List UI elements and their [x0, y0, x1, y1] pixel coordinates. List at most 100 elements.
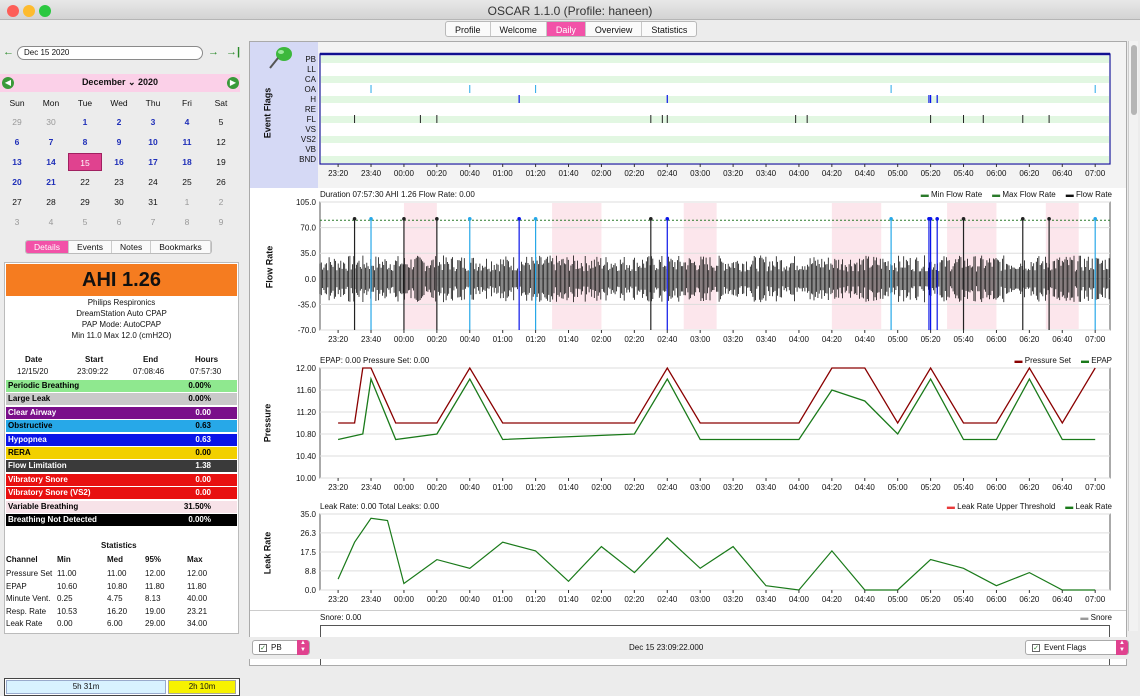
tab-events[interactable]: Events [69, 241, 112, 253]
event-value: 0.63 [195, 421, 211, 431]
x-tick-label: 05:20 [921, 335, 942, 344]
left-combo-stepper-icon[interactable]: ▲ ▼ [297, 640, 309, 655]
calendar-day[interactable]: 6 [102, 213, 136, 231]
tab-profile[interactable]: Profile [446, 22, 491, 36]
calendar-day[interactable]: 25 [170, 173, 204, 191]
calendar-day[interactable]: 3 [136, 113, 170, 131]
calendar-day[interactable]: 17 [136, 153, 170, 171]
stats-channel: Leak Rate [6, 619, 43, 628]
event-row-vibratory-snore-vs2-[interactable]: Vibratory Snore (VS2) 0.00 [6, 487, 237, 500]
calendar-day[interactable]: 21 [34, 173, 68, 191]
calendar-day[interactable]: 24 [136, 173, 170, 191]
event-flags-graph[interactable]: Event Flags PB LL CA OA H RE FL VS VS2 VB BND 23:20… [250, 42, 1126, 188]
flow-event-marker-dot [649, 217, 653, 221]
stats-value: 19.00 [145, 606, 166, 616]
tab-overview[interactable]: Overview [586, 22, 643, 36]
x-tick-label: 06:20 [1019, 169, 1040, 178]
calendar-day[interactable]: 12 [204, 133, 238, 151]
flow-event-marker-dot [352, 217, 357, 221]
x-tick-label: 04:00 [789, 595, 810, 604]
event-row-variable-breathing[interactable]: Variable Breathing 31.50% [6, 500, 237, 513]
x-tick-label: 05:00 [888, 595, 909, 604]
calendar-day[interactable]: 3 [0, 213, 34, 231]
event-name: Vibratory Snore (VS2) [8, 488, 91, 498]
calendar-day[interactable]: 16 [102, 153, 136, 171]
event-row-obstructive[interactable]: Obstructive 0.63 [6, 420, 237, 433]
right-combo-stepper-icon[interactable]: ▲ ▼ [1116, 640, 1128, 655]
calendar-day[interactable]: 14 [34, 153, 68, 171]
calendar-day[interactable]: 5 [204, 113, 238, 131]
left-sidebar: ← Dec 15 2020 → →| ◀ December ⌄ 2020 ▶ S… [0, 38, 246, 696]
device-model: DreamStation Auto CPAP [76, 309, 167, 318]
calendar-day[interactable]: 4 [170, 113, 204, 131]
calendar-day[interactable]: 13 [0, 153, 34, 171]
event-row-hypopnea[interactable]: Hypopnea 0.63 [6, 433, 237, 446]
event-row-vibratory-snore[interactable]: Vibratory Snore 0.00 [6, 473, 237, 486]
tab-welcome[interactable]: Welcome [491, 22, 547, 36]
x-tick-label: 23:20 [328, 595, 349, 604]
event-row-periodic-breathing[interactable]: Periodic Breathing 0.00% [6, 380, 237, 392]
calendar-day[interactable]: 2 [102, 113, 136, 131]
calendar-day[interactable]: 15 [68, 153, 102, 171]
next-day-icon[interactable]: → [208, 46, 219, 58]
calendar-day[interactable]: 9 [204, 213, 238, 231]
calendar-month-year[interactable]: December ⌄ 2020 [0, 77, 240, 88]
calendar-day[interactable]: 1 [170, 193, 204, 211]
flow-rate-graph[interactable]: Duration 07:57:30 AHI 1.26 Flow Rate: 0.… [250, 190, 1126, 352]
x-tick-label: 23:40 [361, 595, 382, 604]
calendar-day[interactable]: 29 [68, 193, 102, 211]
event-row-clear-airway[interactable]: Clear Airway 0.00 [6, 406, 237, 419]
x-tick-label: 03:00 [690, 483, 711, 492]
flow-event-marker-dot [889, 217, 893, 221]
left-combo[interactable]: ✓ PB ▲ ▼ [252, 640, 310, 655]
calendar-day[interactable]: 8 [68, 133, 102, 151]
calendar-day[interactable]: 31 [136, 193, 170, 211]
tab-notes[interactable]: Notes [112, 241, 152, 253]
right-combo[interactable]: ✓ Event Flags ▲ ▼ [1025, 640, 1129, 655]
x-tick-label: 23:40 [361, 335, 382, 344]
calendar-day[interactable]: 27 [0, 193, 34, 211]
calendar-day[interactable]: 30 [102, 193, 136, 211]
calendar-day[interactable]: 18 [170, 153, 204, 171]
graph-scrollbar[interactable] [1128, 41, 1138, 631]
tab-bookmarks[interactable]: Bookmarks [151, 241, 211, 253]
pressure-graph[interactable]: EPAP: 0.00 Pressure Set: 0.00 ▬ Pressure… [250, 354, 1126, 499]
calendar-day[interactable]: 22 [68, 173, 102, 191]
calendar-day[interactable]: 7 [34, 133, 68, 151]
event-row-large-leak[interactable]: Large Leak 0.00% [6, 393, 237, 406]
graph-area: Event Flags PB LL CA OA H RE FL VS VS2 VB BND 23:20… [249, 41, 1127, 666]
calendar-day[interactable]: 6 [0, 133, 34, 151]
event-row-breathing-not-detected[interactable]: Breathing Not Detected 0.00% [6, 514, 237, 526]
event-row-flow-limitation[interactable]: Flow Limitation 1.38 [6, 460, 237, 473]
calendar-day[interactable]: 4 [34, 213, 68, 231]
calendar-day[interactable]: 29 [0, 113, 34, 131]
calendar-day[interactable]: 1 [68, 113, 102, 131]
calendar-day[interactable]: 19 [204, 153, 238, 171]
calendar-day[interactable]: 26 [204, 173, 238, 191]
calendar-day[interactable]: 20 [0, 173, 34, 191]
calendar-day[interactable]: 9 [102, 133, 136, 151]
date-field[interactable]: Dec 15 2020 [17, 46, 203, 60]
x-tick-label: 03:40 [756, 169, 777, 178]
calendar-day[interactable]: 28 [34, 193, 68, 211]
calendar-day[interactable]: 30 [34, 113, 68, 131]
calendar-day[interactable]: 11 [170, 133, 204, 151]
calendar-day[interactable]: 7 [136, 213, 170, 231]
tab-statistics[interactable]: Statistics [642, 22, 696, 36]
calendar-day[interactable]: 2 [204, 193, 238, 211]
event-row-rera[interactable]: RERA 0.00 [6, 447, 237, 459]
last-day-icon[interactable]: →| [226, 46, 240, 58]
calendar-day[interactable]: 10 [136, 133, 170, 151]
prev-day-icon[interactable]: ← [3, 46, 14, 58]
scrollbar-thumb[interactable] [1131, 45, 1137, 115]
tab-daily[interactable]: Daily [546, 22, 586, 36]
calendar-day[interactable]: 8 [170, 213, 204, 231]
calendar-day[interactable]: 23 [102, 173, 136, 191]
leak-rate-graph[interactable]: Leak Rate: 0.00 Total Leaks: 0.00 ▬ Leak… [250, 500, 1126, 608]
x-tick-label: 01:40 [559, 595, 580, 604]
calendar-day[interactable]: 5 [68, 213, 102, 231]
tab-details[interactable]: Details [26, 241, 69, 253]
flow-event-marker-dot [517, 217, 521, 221]
main-tabs: Profile Welcome Daily Overview Statistic… [445, 21, 698, 37]
next-month-icon[interactable]: ▶ [227, 77, 239, 89]
